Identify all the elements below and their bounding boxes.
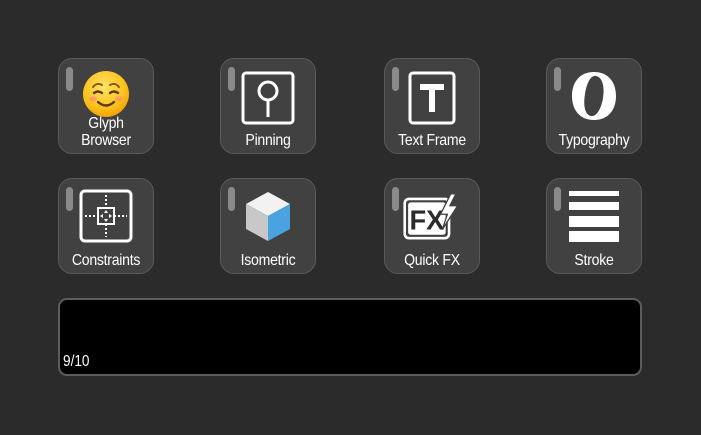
button-label: Isometric (240, 252, 296, 269)
button-label: Glyph Browser (81, 115, 131, 149)
isometric-cube-icon (239, 187, 297, 245)
status-led (66, 187, 73, 211)
quick-fx-icon: FX (403, 187, 461, 245)
button-label: Pinning (245, 132, 291, 149)
constraints-button[interactable]: Constraints (58, 178, 154, 274)
constraints-icon (77, 187, 135, 245)
status-led (554, 67, 561, 91)
button-label: Stroke (574, 252, 614, 269)
status-led (66, 67, 73, 91)
isometric-button[interactable]: Isometric (220, 178, 316, 274)
button-label: Text Frame (398, 132, 466, 149)
pinning-button[interactable]: Pinning (220, 58, 316, 154)
lcd-display: 9/10 (58, 298, 642, 376)
stroke-lines-icon (565, 187, 623, 245)
quick-fx-button[interactable]: FX Quick FX (384, 178, 480, 274)
page-indicator: 9/10 (63, 353, 90, 370)
stroke-button[interactable]: Stroke (546, 178, 642, 274)
button-label: Typography (558, 132, 630, 149)
button-panel: Glyph Browser Pinning Text Frame Typogra… (0, 0, 701, 435)
glyph-browser-button[interactable]: Glyph Browser (58, 58, 154, 154)
pin-icon (239, 69, 297, 127)
status-led (228, 187, 235, 211)
button-label: Quick FX (404, 252, 460, 269)
button-label: Constraints (71, 252, 141, 269)
status-led (392, 187, 399, 211)
status-led (392, 67, 399, 91)
status-led (554, 187, 561, 211)
text-frame-button[interactable]: Text Frame (384, 58, 480, 154)
svg-text:FX: FX (409, 205, 444, 236)
text-frame-icon (403, 69, 461, 127)
typography-o-icon (565, 67, 623, 125)
status-led (228, 67, 235, 91)
typography-button[interactable]: Typography (546, 58, 642, 154)
